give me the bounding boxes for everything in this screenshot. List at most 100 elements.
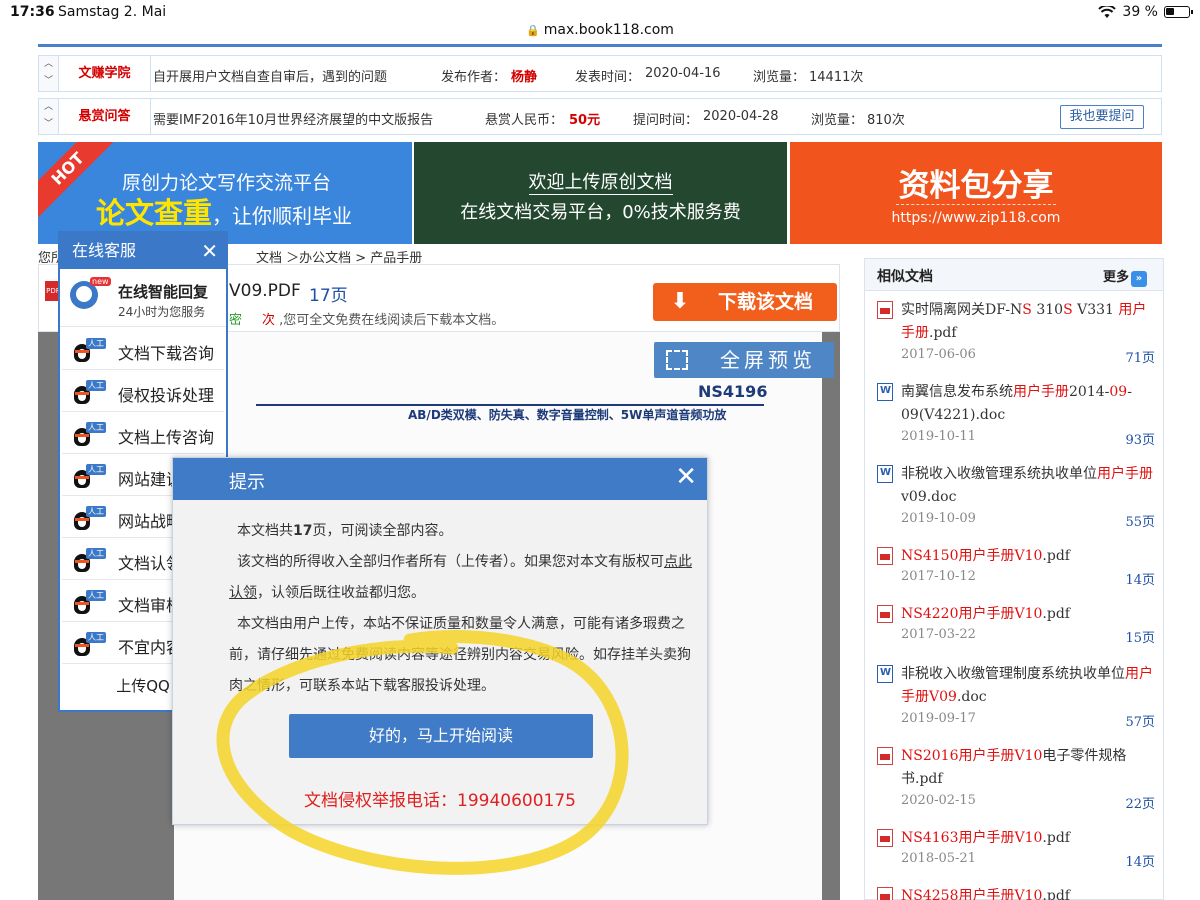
title-keyword: NS4163用户手册V10 xyxy=(901,830,1043,846)
section-label[interactable]: 文赚学院 xyxy=(59,56,151,91)
banner-line: 欢迎上传原创文档 xyxy=(414,168,787,195)
similar-docs-title: 相似文档 xyxy=(877,269,933,285)
banner-line: 在线文档交易平台，0%技术服务费 xyxy=(460,202,741,223)
close-icon[interactable]: ✕ xyxy=(675,462,697,492)
similar-doc-title[interactable]: NS4163用户手册V10.pdf xyxy=(901,827,1153,850)
similar-doc-date: 2017-06-06 xyxy=(901,347,976,362)
dialog-paragraph: 该文档的所得收入全部归作者所有（上传者）。如果您对本文有版权可点此认领，认领后既… xyxy=(229,547,699,609)
similar-doc-title[interactable]: NS4220用户手册V10.pdf xyxy=(901,603,1153,626)
cs-smart-reply[interactable]: new 在线智能回复 24小时为您服务 xyxy=(60,269,226,327)
ask-question-button[interactable]: 我也要提问 xyxy=(1060,105,1144,129)
battery-icon xyxy=(1164,6,1193,18)
fullscreen-preview-button[interactable]: 全屏预览 xyxy=(654,342,834,378)
similar-doc-date: 2017-10-12 xyxy=(901,569,976,584)
banner-upload[interactable]: 欢迎上传原创文档 在线文档交易平台，0%技术服务费 xyxy=(414,142,787,244)
qq-penguin-icon: 人工 xyxy=(72,506,106,530)
similar-doc-title[interactable]: NS2016用户手册V10电子零件规格书.pdf xyxy=(901,745,1153,791)
similar-doc-title[interactable]: 实时隔离网关DF-NS 310S V331 用户手册.pdf xyxy=(901,299,1153,345)
title-text: 2014- xyxy=(1069,384,1110,400)
title-text: V331 xyxy=(1072,302,1119,318)
publish-time-label: 发表时间： xyxy=(575,70,641,85)
cs-item-upload[interactable]: 人工 文档上传咨询 xyxy=(62,412,224,454)
similar-doc-title[interactable]: 非税收入收缴管理制度系统执收单位用户手册V09.doc xyxy=(901,663,1153,709)
download-document-button[interactable]: ⬇ 下载该文档 xyxy=(653,283,837,321)
banner-line: 论文查重，让你顺利毕业 xyxy=(96,190,352,232)
title-text: .pdf xyxy=(1042,888,1070,900)
similar-doc-pages: 55页 xyxy=(1125,515,1155,530)
title-text: .doc xyxy=(956,689,987,705)
start-reading-button[interactable]: 好的，马上开始阅读 xyxy=(289,714,593,758)
section-label[interactable]: 悬赏问答 xyxy=(59,99,151,134)
qq-penguin-icon: 人工 xyxy=(72,632,106,656)
chevron-down-icon[interactable]: ﹀ xyxy=(39,73,58,90)
smart-reply-sub: 24小时为您服务 xyxy=(118,305,206,319)
dialog-text: 本文档共 xyxy=(237,523,293,539)
smart-reply-title: 在线智能回复 xyxy=(118,283,209,301)
similar-doc-title[interactable]: NS4150用户手册V10.pdf xyxy=(901,545,1153,568)
chevron-down-icon[interactable]: ﹀ xyxy=(39,116,58,133)
chevron-up-icon[interactable]: ︿ xyxy=(39,56,58,73)
url-text: max.book118.com xyxy=(543,22,674,38)
views-label: 浏览量： xyxy=(811,113,864,128)
views-label: 浏览量： xyxy=(753,70,806,85)
banner-url: https://www.zip118.com xyxy=(891,210,1061,226)
more-link[interactable]: 更多» xyxy=(1103,266,1147,287)
author-name: 杨静 xyxy=(511,70,538,85)
pdf-file-icon xyxy=(877,747,893,765)
row-scroll-arrows[interactable]: ︿ ﹀ xyxy=(39,99,59,134)
fullscreen-label: 全屏预览 xyxy=(720,348,816,372)
cs-item-download[interactable]: 人工 文档下载咨询 xyxy=(62,328,224,370)
ask-time-label: 提问时间： xyxy=(633,113,699,128)
banner-divider xyxy=(896,204,1056,205)
manual-tag: 人工 xyxy=(86,506,106,517)
question-title-link[interactable]: 需要IMF2016年10月世界经济展望的中文版报告 xyxy=(153,109,433,128)
qq-penguin-icon: 人工 xyxy=(72,464,106,488)
chevron-up-icon[interactable]: ︿ xyxy=(39,99,58,116)
views-count: 810次 xyxy=(867,113,905,128)
manual-tag: 人工 xyxy=(86,380,106,391)
title-text: 310 xyxy=(1031,302,1064,318)
dialog-text: ，认领后既往收益都归您。 xyxy=(257,585,425,601)
banner-line-text: 欢迎上传原创文档 xyxy=(528,172,673,195)
row-scroll-arrows[interactable]: ︿ ﹀ xyxy=(39,56,59,91)
similar-doc-title[interactable]: 非税收入收缴管理系统执收单位用户手册 v09.doc xyxy=(901,463,1153,509)
author-label: 发布作者： xyxy=(441,70,507,85)
publish-time: 2020-04-16 xyxy=(645,66,721,81)
cs-item-infringement[interactable]: 人工 侵权投诉处理 xyxy=(62,370,224,412)
double-chevron-right-icon: » xyxy=(1131,271,1147,287)
title-keyword: NS4150用户手册V10 xyxy=(901,548,1043,564)
cs-title: 在线客服 xyxy=(72,241,137,260)
wifi-icon xyxy=(1098,5,1117,18)
similar-doc-date: 2019-10-11 xyxy=(901,429,976,444)
document-title: V09.PDF xyxy=(229,281,301,301)
title-keyword: NS4258用户手册V10 xyxy=(901,888,1043,900)
banner-zip-share[interactable]: 资料包分享 https://www.zip118.com xyxy=(790,142,1162,244)
banner-thesis-check[interactable]: HOT 原创力论文写作交流平台 论文查重，让你顺利毕业 xyxy=(38,142,412,244)
similar-doc-date: 2020-02-15 xyxy=(901,793,976,808)
pdf-file-icon xyxy=(877,829,893,847)
address-bar[interactable]: 🔒 max.book118.com xyxy=(0,22,1200,46)
views-count: 14411次 xyxy=(809,70,864,85)
title-keyword: 09 xyxy=(1109,384,1128,400)
cs-item-label: 文档下载咨询 xyxy=(118,344,215,363)
close-icon[interactable]: ✕ xyxy=(201,233,218,269)
title-text: 非税收入收缴管理制度系统执收单位 xyxy=(901,666,1125,682)
similar-doc-title[interactable]: NS4258用户手册V10.pdf xyxy=(901,885,1153,900)
similar-doc-date: 2017-03-22 xyxy=(901,627,976,642)
similar-doc-date: 2019-10-09 xyxy=(901,511,976,526)
title-text: v09.doc xyxy=(901,489,957,505)
title-text: 实时隔离网关DF-N xyxy=(901,302,1023,318)
title-keyword: 用户手册 xyxy=(1097,466,1153,482)
similar-doc-pages: 22页 xyxy=(1125,797,1155,812)
title-text: 非税收入收缴管理系统执收单位 xyxy=(901,466,1097,482)
title-text: .pdf xyxy=(1042,606,1070,622)
title-text: .pdf xyxy=(1042,548,1070,564)
article-title-link[interactable]: 自开展用户文档自查自审后，遇到的问题 xyxy=(153,66,387,85)
notice-dialog: 提示 ✕ 本文档共17页，可阅读全部内容。 该文档的所得收入全部归作者所有（上传… xyxy=(172,457,708,825)
viewer-margin-right xyxy=(822,332,840,900)
similar-doc-pages: 14页 xyxy=(1125,573,1155,588)
similar-doc-date: 2019-09-17 xyxy=(901,711,976,726)
document-subtitle: 密 次 ,您可全文免费在线阅读后下载本文档。 xyxy=(229,309,504,328)
similar-doc-title[interactable]: 南翼信息发布系统用户手册2014-09-09(V4221).doc xyxy=(901,381,1153,427)
ask-time: 2020-04-28 xyxy=(703,109,779,124)
